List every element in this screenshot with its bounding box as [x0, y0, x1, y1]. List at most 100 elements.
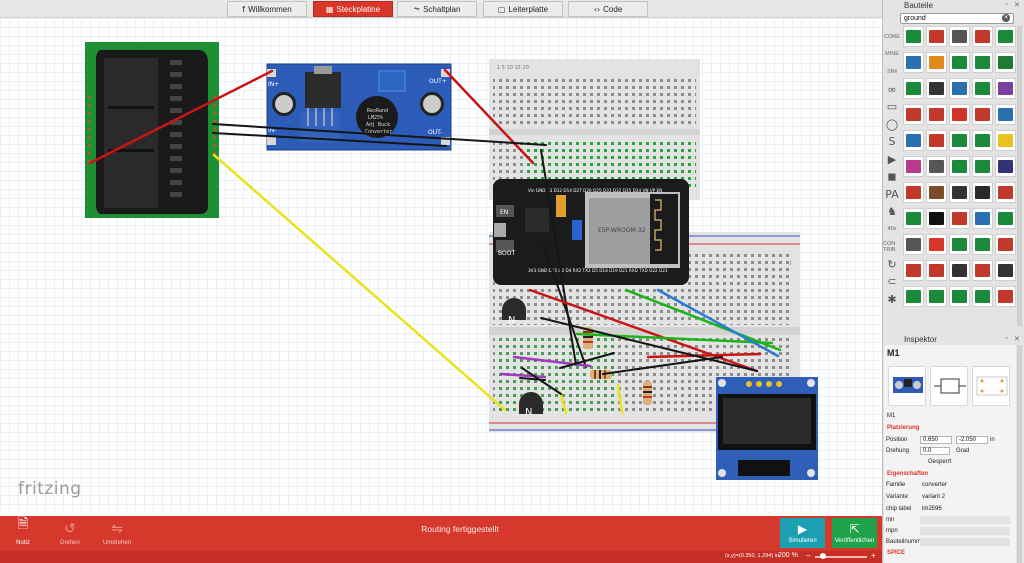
part-tile[interactable]: [926, 182, 947, 203]
part-tile[interactable]: [903, 208, 924, 229]
part-tile[interactable]: [903, 26, 924, 47]
parts-bin-tab[interactable]: ◼: [883, 168, 901, 185]
part-tile[interactable]: [903, 260, 924, 281]
flip-button[interactable]: ⇋ Umdrehen: [94, 516, 140, 552]
simulate-button[interactable]: ▶ Simulieren: [780, 518, 825, 548]
part-tile[interactable]: [926, 52, 947, 73]
part-tile[interactable]: [949, 260, 970, 281]
inspector-close-icon[interactable]: ✕: [1014, 335, 1020, 343]
parts-bin-tab[interactable]: PA: [883, 186, 901, 203]
position-unit-select[interactable]: in: [990, 437, 995, 443]
part-tile[interactable]: [995, 286, 1016, 307]
part-tile[interactable]: [995, 234, 1016, 255]
part-tile[interactable]: [972, 78, 993, 99]
parts-bin-tab[interactable]: ♞: [883, 203, 901, 220]
parts-bin-tab[interactable]: ▭: [883, 98, 901, 115]
esp32-board[interactable]: ESP-WROOM-32 EN BOOT Vin GND 13 D12 D14 …: [493, 179, 689, 285]
part-tile[interactable]: [995, 52, 1016, 73]
rotation-field[interactable]: 0.0: [920, 447, 950, 455]
part-tile[interactable]: [995, 104, 1016, 125]
part-tile[interactable]: [949, 104, 970, 125]
tab-willkommen[interactable]: f Willkommen: [227, 1, 307, 17]
zoom-slider-handle[interactable]: [819, 553, 826, 559]
part-tile[interactable]: [995, 182, 1016, 203]
note-button[interactable]: 🗎 Notiz: [0, 516, 46, 552]
tab-leiterplatte[interactable]: ▢ Leiterplatte: [483, 1, 563, 17]
part-number-field[interactable]: [920, 538, 1010, 546]
parts-bin-tab[interactable]: S: [883, 133, 901, 150]
part-tile[interactable]: [949, 208, 970, 229]
part-tile[interactable]: [926, 130, 947, 151]
part-tile[interactable]: [949, 182, 970, 203]
part-tile[interactable]: [995, 78, 1016, 99]
parts-bin-tab[interactable]: ▶: [883, 151, 901, 168]
parts-bin-tab[interactable]: SIM: [883, 63, 901, 80]
share-button[interactable]: ⇱ Veröffentlichen: [832, 518, 877, 548]
locked-checkbox-label[interactable]: Gesperrt: [928, 459, 951, 465]
tab-code[interactable]: ‹› Code: [568, 1, 648, 17]
part-tile[interactable]: [926, 260, 947, 281]
part-tile[interactable]: [972, 26, 993, 47]
clear-search-icon[interactable]: ✕: [1002, 14, 1010, 22]
position-x-field[interactable]: 0.650: [920, 436, 952, 444]
wire-yellow-obd[interactable]: [212, 153, 507, 412]
part-tile[interactable]: [972, 260, 993, 281]
part-tile[interactable]: [972, 52, 993, 73]
part-tile[interactable]: [926, 156, 947, 177]
part-tile[interactable]: [995, 26, 1016, 47]
zoom-in-button[interactable]: +: [871, 551, 876, 560]
part-tile[interactable]: [903, 130, 924, 151]
parts-bin-tab[interactable]: ◯: [883, 116, 901, 133]
part-tile[interactable]: [995, 260, 1016, 281]
part-tile[interactable]: [972, 286, 993, 307]
resistor-3[interactable]: [643, 381, 652, 405]
inspector-float-icon[interactable]: ▫: [1005, 335, 1007, 342]
rotate-button[interactable]: ↺ Drehen: [47, 516, 93, 552]
position-y-field[interactable]: -2.050: [956, 436, 988, 444]
zoom-out-button[interactable]: –: [806, 551, 810, 560]
oled-display[interactable]: [716, 377, 818, 480]
part-tile[interactable]: [949, 52, 970, 73]
part-tile[interactable]: [995, 156, 1016, 177]
part-tile[interactable]: [972, 208, 993, 229]
part-tile[interactable]: [903, 78, 924, 99]
mpn-field[interactable]: [920, 527, 1010, 535]
part-tile[interactable]: [949, 130, 970, 151]
parts-bin-tab[interactable]: CORE: [883, 28, 901, 45]
part-tile[interactable]: [949, 286, 970, 307]
part-tile[interactable]: [926, 208, 947, 229]
parts-search-input[interactable]: ground: [900, 13, 1014, 24]
part-tile[interactable]: [949, 78, 970, 99]
part-tile[interactable]: [903, 234, 924, 255]
part-tile[interactable]: [949, 156, 970, 177]
mn-field[interactable]: [920, 516, 1010, 524]
part-tile[interactable]: [926, 26, 947, 47]
part-tile[interactable]: [949, 234, 970, 255]
parts-bin-tab[interactable]: ↻: [883, 256, 901, 273]
tab-steckplatine[interactable]: ▦ Steckplatine: [313, 1, 393, 17]
resistor-2[interactable]: [590, 370, 612, 379]
obd-connector[interactable]: [85, 42, 219, 218]
parts-bin-tab[interactable]: ⊂: [883, 273, 901, 290]
breadboard-scene[interactable]: ReoRand LM25% Adj Buck Converter IN+ OUT…: [0, 18, 882, 513]
part-tile[interactable]: [972, 182, 993, 203]
chip-label-value[interactable]: lm2596: [922, 506, 942, 512]
part-tile[interactable]: [926, 104, 947, 125]
part-tile[interactable]: [903, 182, 924, 203]
variant-value[interactable]: variant 2: [922, 494, 945, 500]
parts-scrollbar[interactable]: [1017, 26, 1022, 326]
part-tile[interactable]: [972, 104, 993, 125]
part-tile[interactable]: [926, 78, 947, 99]
breadboard-canvas[interactable]: ReoRand LM25% Adj Buck Converter IN+ OUT…: [0, 18, 882, 513]
part-tile[interactable]: [926, 286, 947, 307]
part-tile[interactable]: [972, 234, 993, 255]
breadboard-small[interactable]: 1 5 10 15 20: [489, 59, 700, 200]
parts-bin-tab[interactable]: MINE: [883, 46, 901, 63]
inspector-scrollbar[interactable]: [1017, 345, 1022, 563]
part-tile[interactable]: [972, 130, 993, 151]
panel-float-icon[interactable]: ▫: [1005, 1, 1007, 8]
part-tile[interactable]: [949, 26, 970, 47]
part-tile[interactable]: [972, 156, 993, 177]
parts-bin-tab[interactable]: CON TRIB: [883, 238, 901, 255]
parts-bin-tab[interactable]: 40x: [883, 221, 901, 238]
